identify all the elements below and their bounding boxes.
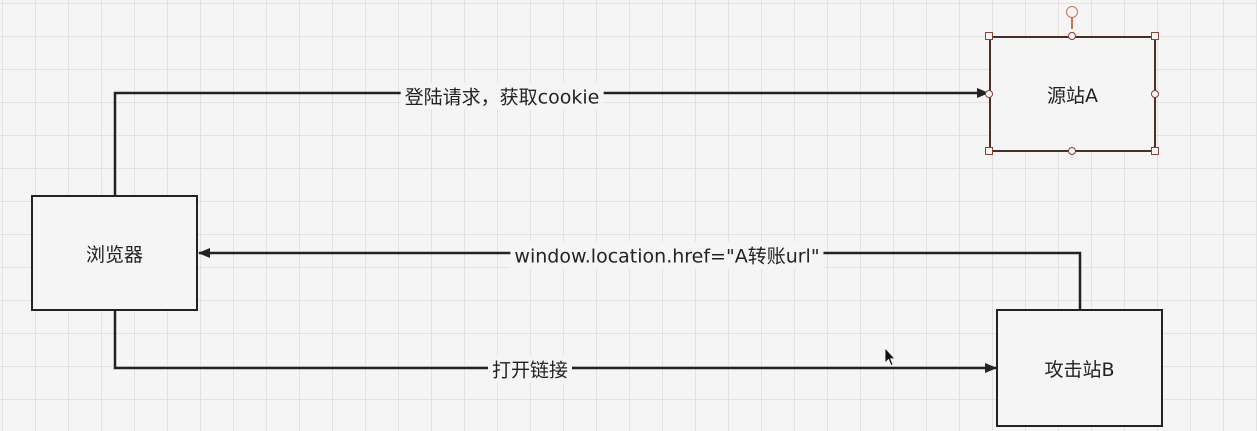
- node-browser[interactable]: 浏览器: [31, 195, 198, 311]
- resize-handle-bottom[interactable]: [1068, 147, 1076, 155]
- mouse-cursor-icon: [884, 347, 896, 367]
- resize-handle-right[interactable]: [1151, 90, 1159, 98]
- node-attacker-b-label: 攻击站B: [1044, 358, 1115, 381]
- resize-handle-bottom-right[interactable]: [1151, 147, 1159, 155]
- node-browser-label: 浏览器: [85, 243, 143, 266]
- diagram-canvas[interactable]: 登陆请求，获取cookie window.location.href="A转账u…: [0, 0, 1257, 431]
- node-source-a[interactable]: 源站A: [989, 36, 1156, 152]
- resize-handle-left[interactable]: [985, 90, 993, 98]
- rotate-handle[interactable]: [1066, 6, 1078, 18]
- rotate-stem: [1071, 17, 1073, 29]
- resize-handle-top-right[interactable]: [1151, 32, 1159, 40]
- node-attacker-b[interactable]: 攻击站B: [996, 309, 1163, 427]
- edge-redirect-label: window.location.href="A转账url": [510, 241, 824, 269]
- resize-handle-top[interactable]: [1068, 32, 1076, 40]
- resize-handle-top-left[interactable]: [985, 32, 993, 40]
- resize-handle-bottom-left[interactable]: [985, 147, 993, 155]
- node-source-a-label: 源站A: [1047, 84, 1098, 107]
- edge-login-label: 登陆请求，获取cookie: [400, 82, 604, 110]
- edge-open-link-label: 打开链接: [487, 355, 573, 383]
